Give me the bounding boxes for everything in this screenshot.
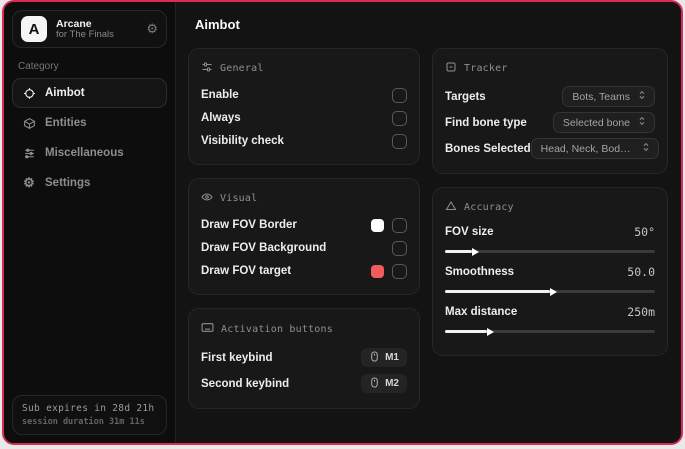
- fov-background-checkbox[interactable]: [392, 240, 407, 256]
- subscription-card: Sub expires in 28d 21h session duration …: [12, 395, 167, 435]
- page-title: Aimbot: [195, 17, 240, 32]
- app-subtitle: for The Finals: [56, 28, 114, 40]
- chevrons-up-down-icon: [637, 90, 647, 103]
- visibility-check-checkbox[interactable]: [392, 133, 407, 149]
- sliders-horizontal-icon: [201, 61, 213, 76]
- always-checkbox[interactable]: [392, 110, 407, 126]
- sliders-icon: [22, 146, 36, 160]
- setting-row-targets: Targets Bots, Teams: [445, 84, 655, 109]
- app-logo: A: [21, 13, 52, 42]
- sidebar-nav: Aimbot Entities Miscellaneous ⚙ Settings: [12, 78, 167, 198]
- mouse-icon: [369, 376, 380, 391]
- card-title: Activation buttons: [221, 323, 333, 335]
- crosshair-icon: [22, 86, 36, 100]
- main-content: Aimbot General Enable Always Visibility …: [176, 2, 681, 443]
- fov-border-checkbox[interactable]: [392, 217, 407, 233]
- fov-size-slider[interactable]: [445, 247, 655, 256]
- find-bone-type-select[interactable]: Selected bone: [552, 112, 655, 133]
- general-card: General Enable Always Visibility check: [188, 48, 420, 165]
- enable-checkbox[interactable]: [392, 87, 407, 103]
- setting-row-enable: Enable: [201, 84, 407, 106]
- chevrons-up-down-icon: [637, 116, 647, 129]
- eye-icon: [201, 191, 213, 206]
- gear-icon: ⚙: [23, 175, 35, 190]
- sidebar-item-label: Entities: [45, 117, 87, 129]
- card-title: Tracker: [464, 63, 508, 74]
- app-window: A Arcane for The Finals ⚙ Category Aimbo…: [2, 0, 683, 445]
- session-duration-text: session duration 31m 11s: [22, 417, 145, 427]
- tracker-card: Tracker Targets Bots, Teams Find bone ty…: [432, 48, 668, 174]
- smoothness-value: 50.0: [627, 265, 655, 279]
- category-label: Category: [18, 61, 59, 72]
- setting-row-fov-size: FOV size 50°: [445, 223, 655, 256]
- fov-border-color-swatch[interactable]: [371, 218, 384, 232]
- setting-row-always: Always: [201, 107, 407, 129]
- second-keybind-button[interactable]: M2: [361, 374, 407, 393]
- sidebar-item-settings[interactable]: ⚙ Settings: [12, 168, 167, 198]
- visual-card: Visual Draw FOV Border Draw FOV Backgrou…: [188, 178, 420, 295]
- smoothness-slider[interactable]: [445, 287, 655, 296]
- keyboard-icon: [201, 321, 214, 337]
- sidebar: A Arcane for The Finals ⚙ Category Aimbo…: [4, 2, 176, 443]
- setting-row-smoothness: Smoothness 50.0: [445, 263, 655, 296]
- sidebar-item-label: Aimbot: [45, 87, 85, 99]
- entities-icon: [22, 116, 36, 130]
- setting-row-bones-selected: Bones Selected Head, Neck, Body, Pe..: [445, 136, 659, 161]
- sidebar-item-aimbot[interactable]: Aimbot: [12, 78, 167, 108]
- setting-row-fov-target: Draw FOV target: [201, 260, 407, 282]
- slider-thumb[interactable]: [550, 287, 557, 296]
- sidebar-item-label: Miscellaneous: [45, 147, 124, 159]
- card-title: Accuracy: [464, 202, 514, 213]
- chevrons-up-down-icon: [641, 142, 651, 155]
- sidebar-item-entities[interactable]: Entities: [12, 108, 167, 138]
- max-distance-slider[interactable]: [445, 327, 655, 336]
- slider-thumb[interactable]: [487, 327, 494, 336]
- setting-row-find-bone-type: Find bone type Selected bone: [445, 110, 655, 135]
- mouse-icon: [369, 350, 380, 365]
- setting-row-fov-background: Draw FOV Background: [201, 237, 407, 259]
- card-title: General: [220, 63, 264, 74]
- setting-row-fov-border: Draw FOV Border: [201, 214, 407, 236]
- card-title: Visual: [220, 193, 258, 204]
- setting-row-visibility-check: Visibility check: [201, 130, 407, 152]
- fov-target-checkbox[interactable]: [392, 263, 407, 279]
- fov-size-value: 50°: [634, 225, 655, 239]
- setting-row-second-keybind: Second keybind M2: [201, 371, 407, 396]
- sub-expires-text: Sub expires in 28d 21h: [22, 403, 155, 414]
- accuracy-card: Accuracy FOV size 50° Smoothness 50.0 Ma…: [432, 187, 668, 356]
- sidebar-item-label: Settings: [45, 177, 91, 189]
- slider-thumb[interactable]: [472, 247, 480, 256]
- setting-row-first-keybind: First keybind M1: [201, 345, 407, 370]
- bones-selected-select[interactable]: Head, Neck, Body, Pe..: [530, 138, 659, 159]
- triangle-icon: [445, 200, 457, 215]
- first-keybind-button[interactable]: M1: [361, 348, 407, 367]
- app-name: Arcane: [56, 17, 92, 30]
- fov-target-color-swatch[interactable]: [371, 264, 384, 278]
- setting-row-max-distance: Max distance 250m: [445, 303, 655, 336]
- logo-card: A Arcane for The Finals ⚙: [12, 10, 167, 48]
- max-distance-value: 250m: [627, 305, 655, 319]
- square-minus-icon: [445, 61, 457, 76]
- sidebar-item-miscellaneous[interactable]: Miscellaneous: [12, 138, 167, 168]
- activation-buttons-card: Activation buttons First keybind M1 Seco…: [188, 308, 420, 409]
- gear-icon[interactable]: ⚙: [146, 21, 158, 37]
- targets-select[interactable]: Bots, Teams: [562, 86, 655, 107]
